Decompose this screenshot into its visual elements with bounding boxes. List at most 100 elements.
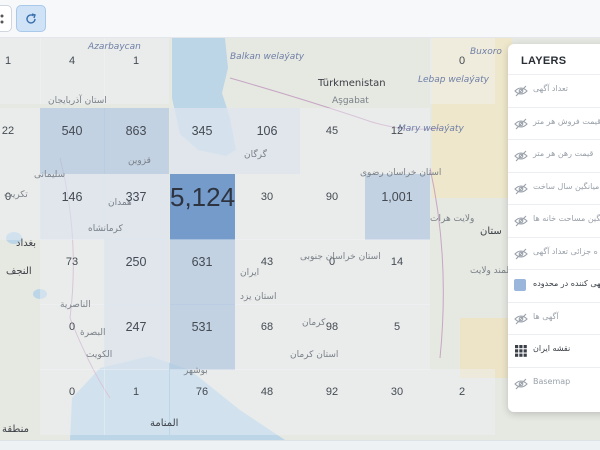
grid-cell[interactable] <box>300 108 365 174</box>
map-label: همدان <box>108 198 132 208</box>
cell-count: 68 <box>260 321 274 333</box>
layer-item[interactable]: تعداد آگهی <box>508 74 600 106</box>
grid-cell[interactable] <box>40 108 105 174</box>
grid-icon[interactable] <box>514 344 528 358</box>
color-swatch-icon[interactable] <box>514 279 526 291</box>
grid-cell[interactable] <box>300 369 365 435</box>
cell-count: 45 <box>325 125 339 137</box>
map-label: قزوین <box>128 156 151 166</box>
map-label: ولایت هرات <box>430 214 475 224</box>
eye-off-icon[interactable] <box>514 182 528 196</box>
cell-count: 540 <box>61 124 83 138</box>
grid-cell[interactable] <box>170 304 235 370</box>
layer-item[interactable]: انگین مساحت خانه ها <box>508 204 600 236</box>
cell-count: 92 <box>325 386 339 398</box>
map-label: ایران <box>240 268 260 278</box>
layer-item[interactable]: قیمت رهن هر متر <box>508 139 600 171</box>
layer-item[interactable]: قیمت فروش هر متر <box>508 106 600 139</box>
refresh-button[interactable] <box>16 5 46 32</box>
cell-count: 0 <box>68 386 76 398</box>
eye-off-icon[interactable] <box>514 117 528 131</box>
grid-cell[interactable] <box>365 174 430 240</box>
grid-cell[interactable] <box>300 304 365 370</box>
eye-off-icon[interactable] <box>514 149 528 163</box>
map-label: ستان <box>480 226 502 237</box>
map-label: بوشهر <box>184 366 208 376</box>
layer-item[interactable]: آگهی ها <box>508 301 600 334</box>
eye-off-icon[interactable] <box>514 214 528 228</box>
map-label: المنامة <box>150 418 179 429</box>
map-label: استان کرمان <box>290 350 339 360</box>
map-label: البصرة <box>80 328 106 338</box>
cell-count: 146 <box>61 190 83 204</box>
cell-count: 73 <box>65 256 79 268</box>
map-label: کرمان <box>302 318 326 328</box>
cell-count: 76 <box>195 386 209 398</box>
grid-cell[interactable] <box>40 239 105 305</box>
layer-label: میانگین سال ساخت <box>533 181 600 191</box>
eye-off-icon[interactable] <box>514 377 528 391</box>
grid-cell[interactable] <box>235 174 300 240</box>
cell-count: 631 <box>191 255 213 269</box>
layer-label: آگهی کننده در محدوده <box>533 279 600 288</box>
layer-label: قیمت فروش هر متر <box>533 116 600 126</box>
layer-label: آگهی ها <box>533 311 559 321</box>
grid-cell[interactable] <box>0 108 41 174</box>
layer-label: Basemap <box>533 376 571 386</box>
grid-cell[interactable] <box>235 108 300 174</box>
grid-cell[interactable] <box>235 369 300 435</box>
cell-count: 30 <box>260 191 274 203</box>
grid-cell[interactable] <box>104 239 169 305</box>
grid-cell[interactable] <box>300 239 365 305</box>
grid-cell[interactable] <box>365 239 430 305</box>
cell-count: 48 <box>260 386 274 398</box>
layer-item[interactable]: Basemap <box>508 366 600 399</box>
grid-cell[interactable] <box>0 38 41 104</box>
grid-cell[interactable] <box>365 369 430 435</box>
eye-off-icon[interactable] <box>514 247 528 261</box>
map-label: سلیمانی <box>34 170 66 180</box>
layer-item[interactable]: ه جزائی تعداد آگهی <box>508 236 600 269</box>
cell-count: 531 <box>191 320 213 334</box>
map-label: استان آذربایجان <box>48 96 107 106</box>
cell-count: 5 <box>393 321 401 333</box>
layers-panel: LAYERS تعداد آگهی قیمت فروش هر متر قیمت ره… <box>508 44 600 412</box>
map-toolbar <box>0 0 600 38</box>
cell-count: 90 <box>325 191 339 203</box>
layer-label: ه جزائی تعداد آگهی <box>533 246 598 256</box>
cell-count: 4 <box>68 55 76 67</box>
cell-count: 863 <box>125 124 147 138</box>
layer-item[interactable]: نقشه ایران <box>508 334 600 366</box>
map-label: تکریت <box>4 190 28 200</box>
grid-cell[interactable] <box>300 174 365 240</box>
grid-cell[interactable] <box>40 369 105 435</box>
grid-cell[interactable] <box>365 304 430 370</box>
map-label: بغداد <box>16 238 37 249</box>
cell-count: 43 <box>260 256 274 268</box>
grid-cell[interactable] <box>430 369 495 435</box>
layer-item[interactable]: میانگین سال ساخت <box>508 171 600 204</box>
map-label: Mary welaýaty <box>398 124 464 134</box>
eye-off-icon[interactable] <box>514 84 528 98</box>
grid-cell[interactable] <box>235 304 300 370</box>
map-label: Lebap welaýaty <box>418 75 489 85</box>
grid-cell[interactable] <box>170 108 235 174</box>
grid-cell[interactable] <box>170 239 235 305</box>
map-label: Azarbaycan <box>88 42 141 52</box>
layer-label: تعداد آگهی <box>533 84 568 93</box>
cell-count: 250 <box>125 255 147 269</box>
grid-cell[interactable] <box>0 174 41 240</box>
grid-cell[interactable] <box>104 304 169 370</box>
grid-cell[interactable] <box>365 108 430 174</box>
layer-item[interactable]: آگهی کننده در محدوده <box>508 269 600 301</box>
layers-title: LAYERS <box>521 55 567 67</box>
map-label: منطقة <box>2 424 29 435</box>
grid-cell[interactable] <box>170 369 235 435</box>
toolbar-button[interactable] <box>0 5 12 32</box>
map-label: Balkan welaýaty <box>230 52 305 62</box>
layer-label: انگین مساحت خانه ها <box>533 214 600 223</box>
map-label: Türkmenistan <box>318 78 386 89</box>
eye-off-icon[interactable] <box>514 312 528 326</box>
cell-count: 22 <box>1 125 15 137</box>
map-label: الكويت <box>86 350 113 360</box>
